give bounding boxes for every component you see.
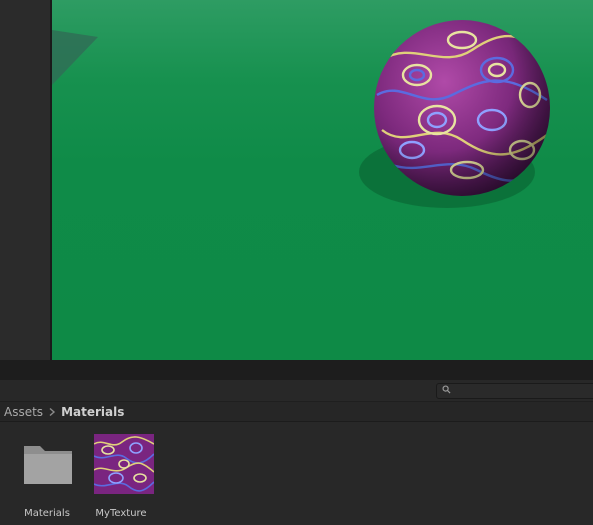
texture-thumbnail [94, 434, 154, 494]
chevron-right-icon [49, 407, 56, 416]
breadcrumb-materials[interactable]: Materials [61, 405, 124, 419]
folder-icon [24, 446, 72, 484]
asset-item-mytexture[interactable]: MyTexture [84, 432, 158, 522]
asset-label: Materials [24, 508, 70, 519]
asset-grid: Materials MyTexture [0, 422, 593, 525]
breadcrumb-assets[interactable]: Assets [4, 405, 43, 419]
hierarchy-panel [0, 0, 52, 360]
scene-viewport[interactable] [52, 0, 593, 360]
cube-shadow [52, 30, 98, 85]
breadcrumb: Assets Materials [0, 402, 593, 422]
asset-label: MyTexture [95, 508, 147, 519]
asset-item-materials-folder[interactable]: Materials [10, 432, 84, 522]
project-toolbar [0, 380, 593, 402]
search-field[interactable] [436, 383, 593, 399]
panel-tab-bar [0, 360, 593, 380]
scene-render [52, 20, 550, 208]
search-input[interactable] [453, 384, 593, 398]
search-icon [442, 385, 451, 394]
